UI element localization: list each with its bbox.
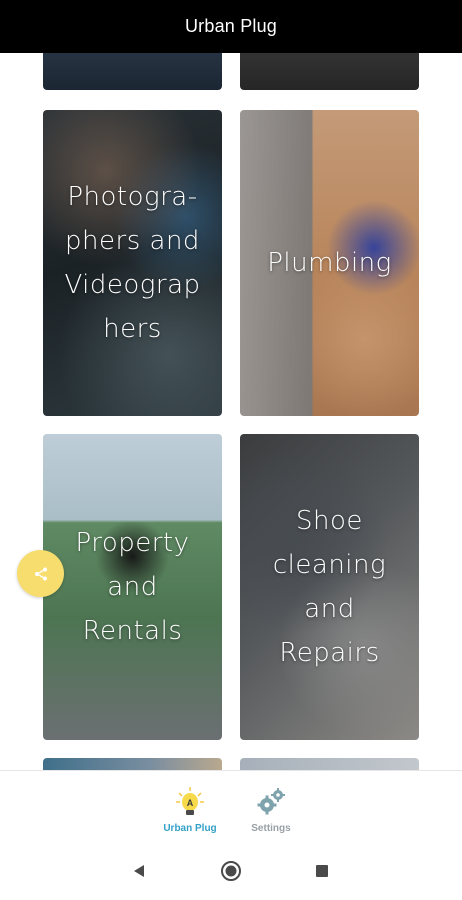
category-card-partial-top-left[interactable] xyxy=(43,53,222,90)
recents-square-icon xyxy=(316,865,328,877)
category-grid: Photogra- phers and Videograp hers Plumb… xyxy=(0,53,462,770)
app-screen: Urban Plug Photogra- phers and Videograp… xyxy=(0,0,462,900)
category-card-shoe-cleaning[interactable]: Shoe cleaning and Repairs xyxy=(240,434,419,740)
app-title: Urban Plug xyxy=(184,16,278,36)
category-card-label: Property and Rentals xyxy=(75,528,190,646)
back-triangle-icon xyxy=(134,865,144,877)
system-navigation-bar xyxy=(0,842,462,900)
svg-text:A: A xyxy=(187,798,194,808)
category-card-property-rentals[interactable]: Property and Rentals xyxy=(43,434,222,740)
nav-item-urban-plug[interactable]: A Urban Plug xyxy=(155,785,225,841)
share-icon xyxy=(34,567,47,580)
category-card-label xyxy=(240,758,419,770)
category-card-label: Photogra- phers and Videograp hers xyxy=(64,182,201,344)
category-card-label: Shoe cleaning and Repairs xyxy=(272,506,387,668)
system-home-button[interactable] xyxy=(219,859,243,883)
urban-plug-bulb-icon: A xyxy=(176,787,204,815)
nav-label-settings: Settings xyxy=(251,823,291,834)
app-bar: Urban Plug xyxy=(0,0,462,53)
category-card-partial-bottom-left[interactable] xyxy=(43,758,222,770)
category-card-plumbing[interactable]: Plumbing xyxy=(240,110,419,416)
settings-gears-icon xyxy=(257,788,285,815)
nav-label-urban-plug: Urban Plug xyxy=(163,823,217,834)
share-button[interactable] xyxy=(17,550,64,597)
home-circle-icon xyxy=(221,861,241,881)
category-card-label xyxy=(43,758,222,770)
category-card-photographers[interactable]: Photogra- phers and Videograp hers xyxy=(43,110,222,416)
category-card-label xyxy=(43,53,222,90)
category-card-partial-bottom-right[interactable] xyxy=(240,758,419,770)
category-card-label xyxy=(240,53,419,90)
system-recents-button[interactable] xyxy=(310,859,334,883)
bottom-navigation: A Urban Plug Settings xyxy=(0,770,462,842)
category-card-partial-top-right[interactable] xyxy=(240,53,419,90)
system-back-button[interactable] xyxy=(127,859,151,883)
category-card-label: Plumbing xyxy=(267,248,392,278)
nav-item-settings[interactable]: Settings xyxy=(236,785,306,841)
